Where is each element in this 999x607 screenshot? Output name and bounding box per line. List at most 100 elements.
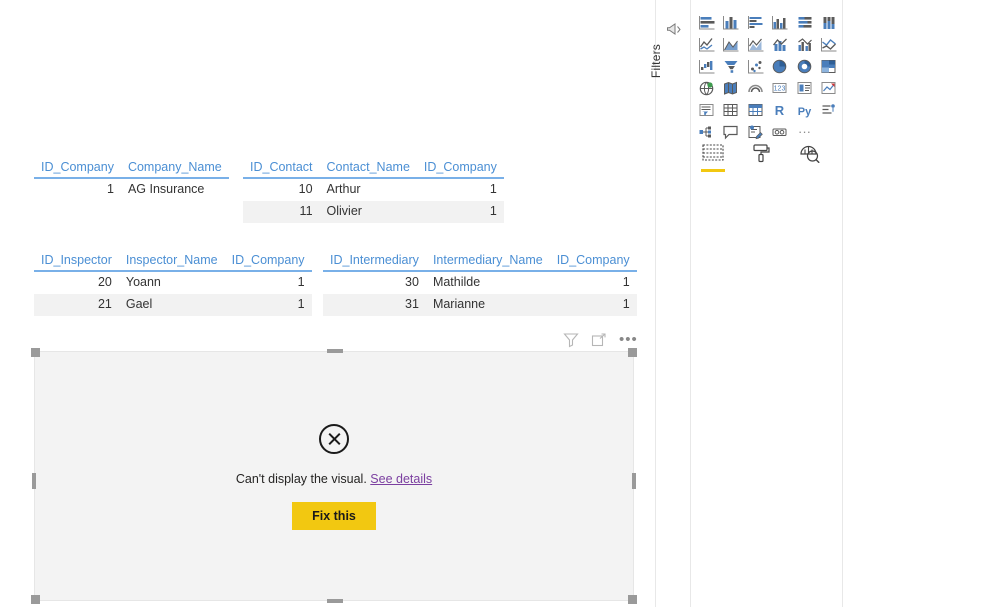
resize-handle-s[interactable] bbox=[327, 599, 343, 603]
table-row[interactable]: 20 Yoann 1 bbox=[34, 271, 312, 294]
pie-chart-icon[interactable] bbox=[768, 56, 792, 76]
resize-handle-se[interactable] bbox=[628, 595, 637, 604]
error-visual-container[interactable]: Can't display the visual. See details Fi… bbox=[31, 348, 637, 604]
filter-icon[interactable] bbox=[563, 332, 579, 348]
r-visual-icon[interactable]: R bbox=[768, 100, 792, 120]
table-header-row: ID_Company Company_Name bbox=[34, 158, 229, 179]
table-row[interactable]: 1 AG Insurance bbox=[34, 178, 229, 201]
column-header[interactable]: ID_Inspector bbox=[34, 251, 119, 272]
column-header[interactable]: Contact_Name bbox=[319, 158, 417, 179]
table-cell: 30 bbox=[405, 275, 419, 289]
column-header[interactable]: Intermediary_Name bbox=[425, 251, 550, 272]
decomposition-tree-icon[interactable] bbox=[694, 122, 718, 142]
100-stacked-column-chart-icon[interactable] bbox=[817, 12, 841, 32]
more-options-icon[interactable]: ••• bbox=[619, 332, 638, 347]
format-tab[interactable] bbox=[748, 140, 774, 166]
paginated-report-icon[interactable] bbox=[768, 122, 792, 142]
resize-handle-sw[interactable] bbox=[31, 595, 40, 604]
contact-table-visual[interactable]: ID_Contact Contact_Name ID_Company 10 Arthur… bbox=[243, 158, 504, 223]
table-cell: 1 bbox=[416, 200, 504, 223]
python-visual-icon[interactable]: Py bbox=[792, 100, 816, 120]
table-header-row: ID_Contact Contact_Name ID_Company bbox=[243, 158, 504, 179]
table-row[interactable]: 31 Marianne 1 bbox=[323, 293, 637, 316]
table-row[interactable]: 21 Gael 1 bbox=[34, 293, 312, 316]
column-header[interactable]: Inspector_Name bbox=[118, 251, 225, 272]
card-icon[interactable]: 123 bbox=[768, 78, 792, 98]
column-header[interactable]: ID_Company bbox=[549, 251, 637, 272]
smart-narrative-icon[interactable] bbox=[743, 122, 767, 142]
svg-text:···: ··· bbox=[798, 124, 811, 139]
column-header[interactable]: ID_Contact bbox=[243, 158, 320, 179]
table-row[interactable]: 11 Olivier 1 bbox=[243, 200, 504, 223]
line-chart-icon[interactable] bbox=[694, 34, 718, 54]
stacked-area-chart-icon[interactable] bbox=[743, 34, 767, 54]
map-icon[interactable] bbox=[694, 78, 718, 98]
visualizations-pane: 123RPy··· Values Company_Name bbox=[692, 0, 843, 607]
fields-tab[interactable] bbox=[700, 140, 726, 172]
line-stacked-column-chart-icon[interactable] bbox=[768, 34, 792, 54]
fix-this-button[interactable]: Fix this bbox=[292, 502, 376, 530]
table-header-row: ID_Intermediary Intermediary_Name ID_Compa… bbox=[323, 251, 637, 272]
clustered-bar-chart-icon[interactable] bbox=[743, 12, 767, 32]
area-chart-icon[interactable] bbox=[719, 34, 743, 54]
expand-arrow-icon[interactable] bbox=[666, 22, 682, 36]
column-header[interactable]: ID_Company bbox=[224, 251, 312, 272]
table-cell: Arthur bbox=[326, 182, 361, 196]
stacked-column-chart-icon[interactable] bbox=[719, 12, 743, 32]
intermediary-table-visual[interactable]: ID_Intermediary Intermediary_Name ID_Compa… bbox=[323, 251, 637, 316]
focus-mode-icon[interactable] bbox=[591, 332, 607, 348]
table-cell: AG Insurance bbox=[127, 182, 205, 196]
visualization-type-grid: 123 R Py ··· bbox=[694, 12, 842, 142]
table-icon[interactable] bbox=[719, 100, 743, 120]
table-row[interactable]: 30 Mathilde 1 bbox=[323, 271, 637, 294]
resize-handle-nw[interactable] bbox=[31, 348, 40, 357]
svg-text:123: 123 bbox=[774, 85, 786, 92]
table-cell: 1 bbox=[622, 275, 630, 289]
more-visuals-icon[interactable]: ··· bbox=[792, 122, 816, 142]
table-cell: 1 bbox=[549, 293, 637, 316]
100-stacked-bar-chart-icon[interactable] bbox=[792, 12, 816, 32]
donut-chart-icon[interactable] bbox=[792, 56, 816, 76]
table-cell: 1 bbox=[297, 275, 305, 289]
table-header-row: ID_Inspector Inspector_Name ID_Company bbox=[34, 251, 312, 272]
kpi-icon[interactable] bbox=[817, 78, 841, 98]
company-table-visual[interactable]: ID_Company Company_Name 1 AG Insurance bbox=[34, 158, 229, 201]
error-visual-content: Can't display the visual. See details Fi… bbox=[35, 424, 633, 530]
table-cell: 1 bbox=[224, 293, 312, 316]
q-and-a-icon[interactable] bbox=[719, 122, 743, 142]
stacked-bar-chart-icon[interactable] bbox=[694, 12, 718, 32]
clustered-column-chart-icon[interactable] bbox=[768, 12, 792, 32]
waterfall-chart-icon[interactable] bbox=[694, 56, 718, 76]
key-influencers-icon[interactable] bbox=[817, 100, 841, 120]
scatter-chart-icon[interactable] bbox=[743, 56, 767, 76]
error-message-text: Can't display the visual. bbox=[235, 472, 367, 486]
arcgis-map-icon[interactable] bbox=[743, 78, 767, 98]
matrix-icon[interactable] bbox=[743, 100, 767, 120]
ribbon-chart-icon[interactable] bbox=[817, 34, 841, 54]
resize-handle-n[interactable] bbox=[327, 349, 343, 353]
error-message-row: Can't display the visual. See details bbox=[236, 472, 432, 486]
filters-pane-collapsed[interactable]: Filters bbox=[649, 0, 691, 607]
table-cell: Gael bbox=[118, 293, 225, 316]
funnel-chart-icon[interactable] bbox=[719, 56, 743, 76]
line-clustered-column-chart-icon[interactable] bbox=[792, 34, 816, 54]
multi-row-card-icon[interactable] bbox=[792, 78, 816, 98]
column-header[interactable]: ID_Intermediary bbox=[323, 251, 426, 272]
table-row[interactable]: 10 Arthur 1 bbox=[243, 178, 504, 201]
slicer-icon[interactable] bbox=[694, 100, 718, 120]
inspector-table-visual[interactable]: ID_Inspector Inspector_Name ID_Company 20 Yo… bbox=[34, 251, 312, 316]
see-details-link[interactable]: See details bbox=[370, 472, 432, 486]
column-header[interactable]: ID_Company bbox=[416, 158, 504, 179]
analytics-tab[interactable] bbox=[796, 140, 822, 166]
table-cell: 1 bbox=[107, 182, 114, 196]
svg-text:R: R bbox=[775, 103, 785, 118]
svg-text:Py: Py bbox=[797, 106, 811, 118]
table-cell: Marianne bbox=[425, 293, 550, 316]
column-header[interactable]: ID_Company bbox=[34, 158, 121, 179]
table-cell: 10 bbox=[298, 182, 313, 196]
filled-map-icon[interactable] bbox=[719, 78, 743, 98]
column-header[interactable]: Company_Name bbox=[120, 158, 229, 179]
table-cell: 21 bbox=[34, 293, 119, 316]
resize-handle-ne[interactable] bbox=[628, 348, 637, 357]
treemap-icon[interactable] bbox=[817, 56, 841, 76]
